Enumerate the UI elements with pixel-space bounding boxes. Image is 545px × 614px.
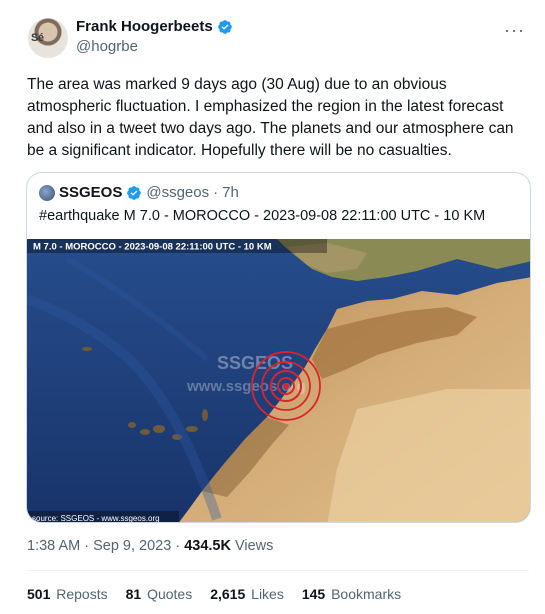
tweet-text: The area was marked 9 days ago (30 Aug) … <box>27 76 514 159</box>
desert-light <box>327 389 530 522</box>
epicenter-dot <box>283 383 289 389</box>
island <box>186 426 198 432</box>
island <box>82 347 92 351</box>
bookmarks-stat[interactable]: 145 Bookmarks <box>302 586 401 602</box>
bookmarks-count: 145 <box>301 586 326 602</box>
map-caption: M 7.0 - MOROCCO - 2023-09-08 22:11:00 UT… <box>33 242 272 253</box>
quake-map[interactable]: M 7.0 - MOROCCO - 2023-09-08 22:11:00 UT… <box>27 239 531 523</box>
quoted-tweet[interactable]: SSGEOS @ssgeos · 7h #earthquake M 7.0 - … <box>26 172 531 523</box>
avatar[interactable]: Sé <box>28 18 68 58</box>
reposts-stat[interactable]: 501 Reposts <box>27 586 108 602</box>
island <box>140 429 150 435</box>
quoted-text: #earthquake M 7.0 - MOROCCO - 2023-09-08… <box>39 208 486 224</box>
quoted-time[interactable]: 7h <box>222 184 239 201</box>
views-label: Views <box>234 538 274 554</box>
avatar-text: Sé <box>31 32 44 44</box>
likes-label: Likes <box>251 586 284 602</box>
quoted-avatar[interactable] <box>39 184 55 201</box>
quoted-separator: · <box>213 184 219 201</box>
engagement-stats: 501 Reposts 81 Quotes 2,615 Likes 145 Bo… <box>27 586 401 602</box>
likes-count: 2,615 <box>210 586 246 602</box>
author-name-row[interactable]: Frank Hoogerbeets <box>76 18 233 35</box>
island <box>128 422 136 428</box>
post-time[interactable]: 1:38 AM · Sep 9, 2023 · <box>27 538 180 554</box>
bookmarks-label: Bookmarks <box>331 586 402 602</box>
likes-stat[interactable]: 2,615 Likes <box>210 586 284 602</box>
quotes-label: Quotes <box>147 586 193 602</box>
quoted-handle[interactable]: @ssgeos <box>146 184 209 201</box>
quoted-name[interactable]: SSGEOS <box>59 184 122 201</box>
author-info: Frank Hoogerbeets @hogrbe <box>76 18 233 55</box>
views-count: 434.5K <box>184 538 231 554</box>
more-icon[interactable]: ··· <box>504 20 525 41</box>
author-handle[interactable]: @hogrbe <box>76 38 233 55</box>
island <box>202 409 208 421</box>
verified-icon <box>217 19 232 34</box>
tweet-header: Sé Frank Hoogerbeets @hogrbe ··· <box>24 16 529 60</box>
quotes-stat[interactable]: 81 Quotes <box>126 586 193 602</box>
divider <box>26 570 529 571</box>
island <box>153 425 165 433</box>
reposts-label: Reposts <box>56 586 108 602</box>
reposts-count: 501 <box>27 586 51 602</box>
author-display-name[interactable]: Frank Hoogerbeets <box>76 18 213 35</box>
map-source: source: SSGEOS - www.ssgeos.org <box>32 514 160 523</box>
quotes-count: 81 <box>125 586 142 602</box>
verified-icon <box>127 185 142 200</box>
tweet-timestamp: 1:38 AM · Sep 9, 2023 · 434.5K Views <box>27 538 273 554</box>
quoted-header: SSGEOS @ssgeos · 7h <box>39 184 239 201</box>
